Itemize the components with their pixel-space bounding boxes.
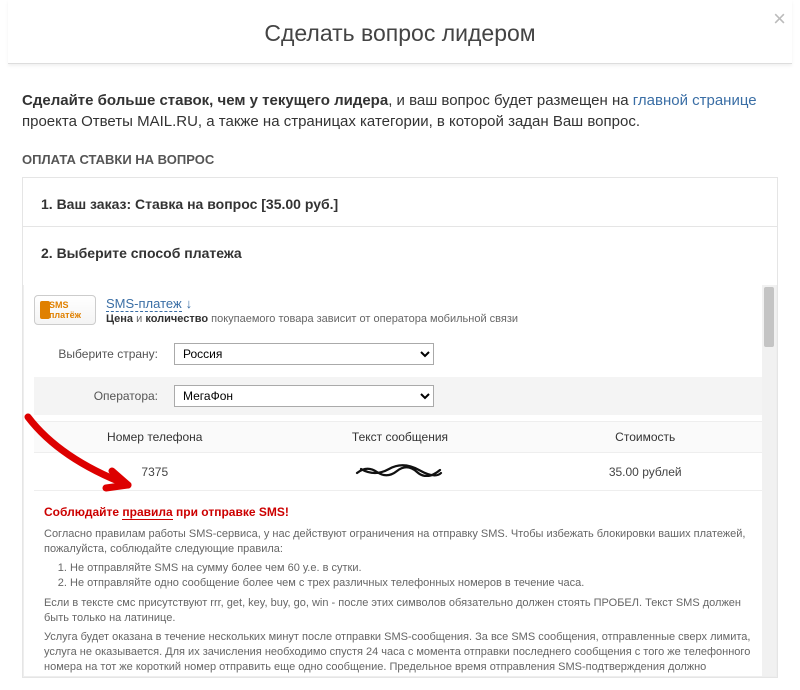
sms-title-block: SMS-платеж ↓ Цена и количество покупаемог… — [106, 296, 518, 325]
step1-title: 1. Ваш заказ: Ставка на вопрос [35.00 ру… — [41, 190, 759, 226]
rules-p2: Если в тексте смс присутствуют rrr, get,… — [44, 596, 756, 626]
scrollbar[interactable] — [762, 285, 776, 676]
rules-li1: Не отправляйте SMS на сумму более чем 60… — [70, 561, 756, 576]
rules-block: Согласно правилам работы SMS-сервиса, у … — [34, 527, 766, 677]
warn-underline: правила — [122, 505, 172, 520]
rules-list: Не отправляйте SMS на сумму более чем 60… — [70, 561, 756, 591]
sms-payment-link[interactable]: SMS-платеж — [106, 296, 182, 312]
th-phone: Номер телефона — [34, 422, 276, 453]
intro-text: Сделайте больше ставок, чем у текущего л… — [22, 90, 778, 132]
modal-dialog: × Сделать вопрос лидером Сделайте больше… — [0, 0, 800, 690]
modal-header: Сделать вопрос лидером — [8, 0, 792, 64]
th-cost: Стоимость — [524, 422, 766, 453]
operator-select[interactable]: МегаФон — [174, 385, 434, 407]
table-row: 7375 35.00 рублей — [34, 453, 766, 491]
th-text: Текст сообщения — [276, 422, 525, 453]
modal-title: Сделать вопрос лидером — [8, 20, 792, 47]
intro-mid2: проекта Ответы MAIL.RU, а также на стран… — [22, 113, 640, 130]
payment-panel: SMS платёж SMS-платеж ↓ Цена и количество… — [23, 285, 777, 677]
sms-subtext: Цена и количество покупаемого товара зав… — [106, 313, 518, 325]
sms-header: SMS платёж SMS-платеж ↓ Цена и количество… — [34, 295, 766, 325]
operator-row: Оператора: МегаФон — [34, 377, 766, 415]
homepage-link[interactable]: главной странице — [633, 92, 757, 109]
rules-p3: Услуга будет оказана в течение нескольки… — [44, 630, 756, 677]
sms-table: Номер телефона Текст сообщения Стоимость… — [34, 421, 766, 491]
cell-cost: 35.00 рублей — [524, 453, 766, 491]
redaction-scribble-icon — [355, 463, 445, 477]
sms-sub-mid: и — [133, 313, 145, 325]
divider — [23, 226, 777, 227]
warn-pre: Соблюдайте — [44, 505, 122, 519]
rules-li2: Не отправляйте одно сообщение более чем … — [70, 576, 756, 591]
country-select[interactable]: Россия — [174, 343, 434, 365]
cell-phone: 7375 — [34, 453, 276, 491]
steps-box: 1. Ваш заказ: Ставка на вопрос [35.00 ру… — [22, 177, 778, 678]
step2-title: 2. Выберите способ платежа — [41, 239, 759, 275]
cell-text — [276, 453, 525, 491]
chevron-down-icon: ↓ — [186, 296, 193, 311]
sms-badge-icon: SMS платёж — [34, 295, 96, 325]
country-label: Выберите страну: — [44, 347, 174, 361]
rules-p1: Согласно правилам работы SMS-сервиса, у … — [44, 527, 756, 557]
intro-bold: Сделайте больше ставок, чем у текущего л… — [22, 92, 388, 109]
sms-sub-b2: количество — [145, 313, 208, 325]
sms-sub-b1: Цена — [106, 313, 133, 325]
close-icon[interactable]: × — [773, 6, 786, 32]
modal-body: Сделайте больше ставок, чем у текущего л… — [0, 64, 800, 678]
country-row: Выберите страну: Россия — [34, 335, 766, 373]
section-label: ОПЛАТА СТАВКИ НА ВОПРОС — [22, 152, 778, 167]
scrollbar-thumb[interactable] — [764, 287, 774, 347]
intro-mid1: , и ваш вопрос будет размещен на — [388, 92, 633, 109]
warn-post: при отправке SMS! — [173, 505, 289, 519]
table-header-row: Номер телефона Текст сообщения Стоимость — [34, 422, 766, 453]
operator-label: Оператора: — [44, 389, 174, 403]
warning-title: Соблюдайте правила при отправке SMS! — [44, 505, 766, 519]
sms-sub-tail: покупаемого товара зависит от оператора … — [208, 313, 518, 325]
